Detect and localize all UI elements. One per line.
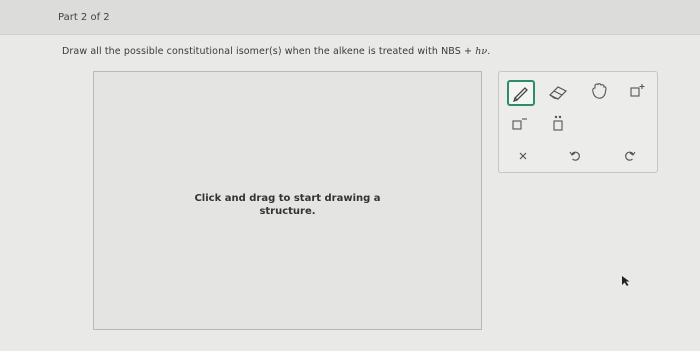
eraser-icon xyxy=(548,86,568,100)
question-symbol: hν. xyxy=(475,46,491,57)
part-header: Part 2 of 2 xyxy=(0,0,700,35)
undo-icon xyxy=(569,151,580,161)
canvas-hint-container: Click and drag to start drawing a struct… xyxy=(94,192,481,218)
redo-button[interactable] xyxy=(617,145,643,167)
lone-pair-icon xyxy=(553,115,563,131)
drawing-toolbar xyxy=(498,71,658,173)
charge-minus-icon xyxy=(512,118,527,130)
drawing-canvas[interactable]: Click and drag to start drawing a struct… xyxy=(93,71,482,330)
charge-plus-icon xyxy=(630,84,645,97)
mouse-pointer-icon xyxy=(621,272,631,291)
close-icon xyxy=(519,152,527,160)
lone-pair-tool[interactable] xyxy=(546,113,572,135)
charge-minus-tool[interactable] xyxy=(507,113,533,135)
hand-icon xyxy=(592,83,607,99)
redo-icon xyxy=(625,151,636,161)
charge-plus-tool[interactable] xyxy=(625,80,651,102)
canvas-hint: Click and drag to start drawing a struct… xyxy=(194,193,381,217)
question-prompt: Draw all the possible constitutional iso… xyxy=(62,46,490,57)
pencil-icon xyxy=(513,87,528,102)
clear-button[interactable] xyxy=(511,145,537,167)
eraser-tool[interactable] xyxy=(545,81,571,103)
pencil-draw-tool[interactable] xyxy=(507,80,535,106)
question-text: Draw all the possible constitutional iso… xyxy=(62,46,476,57)
undo-button[interactable] xyxy=(563,145,589,167)
part-label: Part 2 of 2 xyxy=(58,12,110,23)
hand-move-tool[interactable] xyxy=(586,80,612,102)
